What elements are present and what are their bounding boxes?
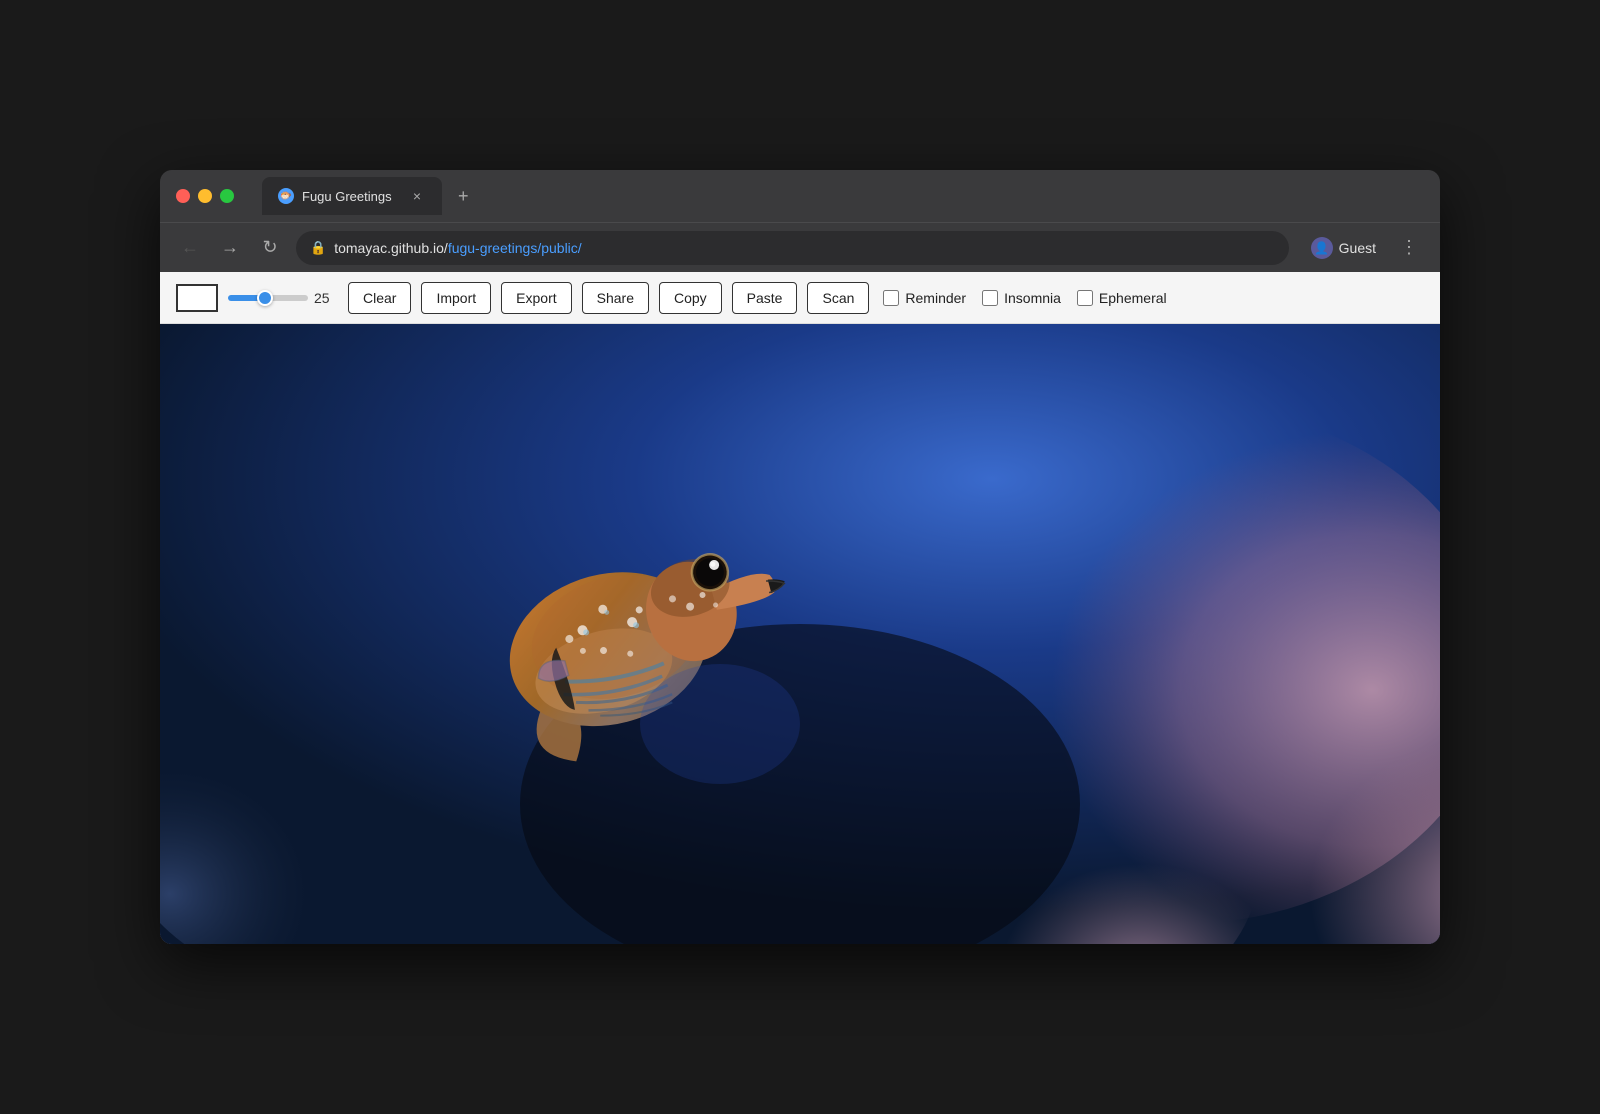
color-picker[interactable] — [176, 284, 218, 312]
maximize-button[interactable] — [220, 189, 234, 203]
profile-area: 👤 Guest ⋮ — [1301, 233, 1424, 263]
title-bar: 🐡 Fugu Greetings × + — [160, 170, 1440, 222]
active-tab[interactable]: 🐡 Fugu Greetings × — [262, 177, 442, 215]
ephemeral-option[interactable]: Ephemeral — [1077, 290, 1167, 306]
browser-menu-button[interactable]: ⋮ — [1394, 233, 1424, 262]
paste-button[interactable]: Paste — [732, 282, 798, 314]
browser-window: 🐡 Fugu Greetings × + ← → ↻ 🔒 tomayac.git… — [160, 170, 1440, 944]
insomnia-option[interactable]: Insomnia — [982, 290, 1061, 306]
tab-favicon: 🐡 — [278, 188, 294, 204]
reload-icon: ↻ — [262, 237, 277, 258]
close-button[interactable] — [176, 189, 190, 203]
ephemeral-checkbox[interactable] — [1077, 290, 1093, 306]
forward-button[interactable]: → — [216, 234, 244, 262]
security-lock-icon: 🔒 — [310, 240, 326, 256]
ephemeral-label: Ephemeral — [1099, 290, 1167, 306]
share-button[interactable]: Share — [582, 282, 649, 314]
import-button[interactable]: Import — [421, 282, 491, 314]
reminder-checkbox[interactable] — [883, 290, 899, 306]
url-static-part: tomayac.github.io/ — [334, 240, 448, 256]
copy-button[interactable]: Copy — [659, 282, 722, 314]
fish-scene-svg — [160, 324, 1440, 944]
tab-close-button[interactable]: × — [408, 187, 426, 205]
options-group: Reminder Insomnia Ephemeral — [883, 290, 1166, 306]
canvas-area[interactable] — [160, 324, 1440, 944]
profile-button[interactable]: 👤 Guest — [1301, 233, 1386, 263]
back-button[interactable]: ← — [176, 234, 204, 262]
address-bar[interactable]: 🔒 tomayac.github.io/fugu-greetings/publi… — [296, 231, 1289, 265]
size-slider-container: 25 — [228, 290, 338, 306]
url-path-part: fugu-greetings/public/ — [448, 240, 582, 256]
reload-button[interactable]: ↻ — [256, 234, 284, 262]
minimize-button[interactable] — [198, 189, 212, 203]
forward-icon: → — [221, 237, 239, 258]
tab-title: Fugu Greetings — [302, 189, 392, 204]
scan-button[interactable]: Scan — [807, 282, 869, 314]
back-icon: ← — [181, 237, 199, 258]
tab-area: 🐡 Fugu Greetings × + — [262, 177, 1424, 215]
slider-thumb — [257, 290, 273, 306]
reminder-label: Reminder — [905, 290, 966, 306]
export-button[interactable]: Export — [501, 282, 571, 314]
insomnia-label: Insomnia — [1004, 290, 1061, 306]
url-display: tomayac.github.io/fugu-greetings/public/ — [334, 240, 582, 256]
reminder-option[interactable]: Reminder — [883, 290, 966, 306]
nav-bar: ← → ↻ 🔒 tomayac.github.io/fugu-greetings… — [160, 222, 1440, 272]
new-tab-button[interactable]: + — [450, 182, 477, 211]
fish-background — [160, 324, 1440, 944]
profile-avatar-icon: 👤 — [1311, 237, 1333, 259]
insomnia-checkbox[interactable] — [982, 290, 998, 306]
slider-value-display: 25 — [314, 290, 338, 306]
profile-label: Guest — [1339, 240, 1376, 256]
size-slider[interactable] — [228, 295, 308, 301]
webpage-content: 25 Clear Import Export Share Copy Paste … — [160, 272, 1440, 944]
clear-button[interactable]: Clear — [348, 282, 411, 314]
traffic-lights — [176, 189, 234, 203]
app-toolbar: 25 Clear Import Export Share Copy Paste … — [160, 272, 1440, 324]
